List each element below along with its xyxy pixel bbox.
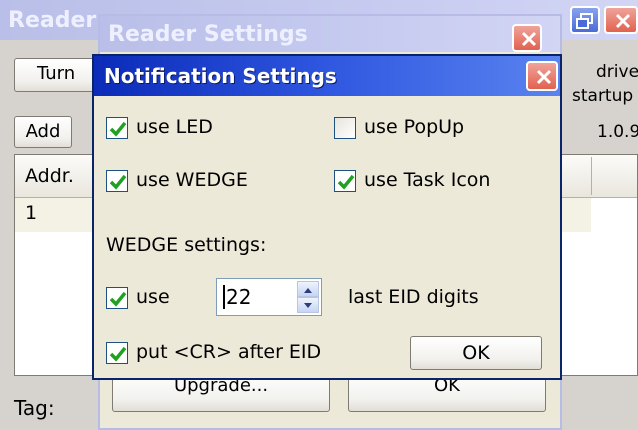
- use-digits-label: use: [136, 286, 170, 308]
- put-cr-checkbox[interactable]: [106, 342, 128, 364]
- use-task-icon-label: use Task Icon: [364, 169, 491, 191]
- reader-settings-titlebar: Reader Settings: [100, 16, 560, 52]
- close-icon: [521, 31, 537, 47]
- notification-close-button[interactable]: [526, 61, 558, 91]
- reader-settings-title: Reader Settings: [108, 22, 308, 47]
- turn-button[interactable]: Turn: [14, 58, 104, 92]
- checkmark-icon: [337, 174, 355, 190]
- restore-icon: [576, 13, 593, 29]
- close-icon: [615, 13, 631, 29]
- arrow-down-icon: [304, 303, 312, 308]
- use-popup-checkbox[interactable]: [334, 117, 356, 139]
- column-divider: [591, 157, 592, 195]
- use-led-checkbox[interactable]: [106, 117, 128, 139]
- digits-spinner[interactable]: 22: [216, 278, 322, 316]
- notification-ok-button[interactable]: OK: [410, 336, 542, 370]
- arrow-up-icon: [304, 288, 312, 293]
- use-wedge-label: use WEDGE: [136, 169, 248, 191]
- close-icon: [536, 69, 552, 85]
- checkmark-icon: [109, 121, 127, 137]
- reader-title: Reader: [8, 8, 97, 33]
- notification-title: Notification Settings: [104, 64, 337, 88]
- spin-down-button[interactable]: [297, 297, 319, 313]
- notification-settings-dialog: Notification Settings use LED use PopUp …: [92, 54, 562, 380]
- use-led-label: use LED: [136, 116, 213, 138]
- tag-label: Tag:: [14, 396, 55, 420]
- checkmark-icon: [109, 174, 127, 190]
- wedge-settings-label: WEDGE settings:: [106, 234, 267, 256]
- last-eid-digits-label: last EID digits: [348, 286, 479, 308]
- spin-up-button[interactable]: [297, 281, 319, 297]
- digits-input[interactable]: 22: [223, 285, 251, 309]
- restore-button[interactable]: [570, 6, 600, 34]
- use-popup-label: use PopUp: [364, 116, 465, 138]
- put-cr-label: put <CR> after EID: [136, 341, 322, 363]
- notification-titlebar: Notification Settings: [94, 56, 560, 96]
- use-digits-checkbox[interactable]: [106, 287, 128, 309]
- driver-text: driver: [596, 62, 638, 82]
- table-cell-addr: 1: [25, 202, 38, 224]
- use-wedge-checkbox[interactable]: [106, 170, 128, 192]
- reader-close-button[interactable]: [604, 6, 638, 34]
- checkmark-icon: [109, 346, 127, 362]
- version-text: 1.0.9: [597, 122, 638, 142]
- startup-text: startup: [572, 86, 634, 106]
- add-button[interactable]: Add: [14, 116, 72, 148]
- checkmark-icon: [109, 291, 127, 307]
- use-task-icon-checkbox[interactable]: [334, 170, 356, 192]
- column-header-addr[interactable]: Addr.: [25, 165, 74, 187]
- reader-settings-close-button[interactable]: [512, 24, 542, 52]
